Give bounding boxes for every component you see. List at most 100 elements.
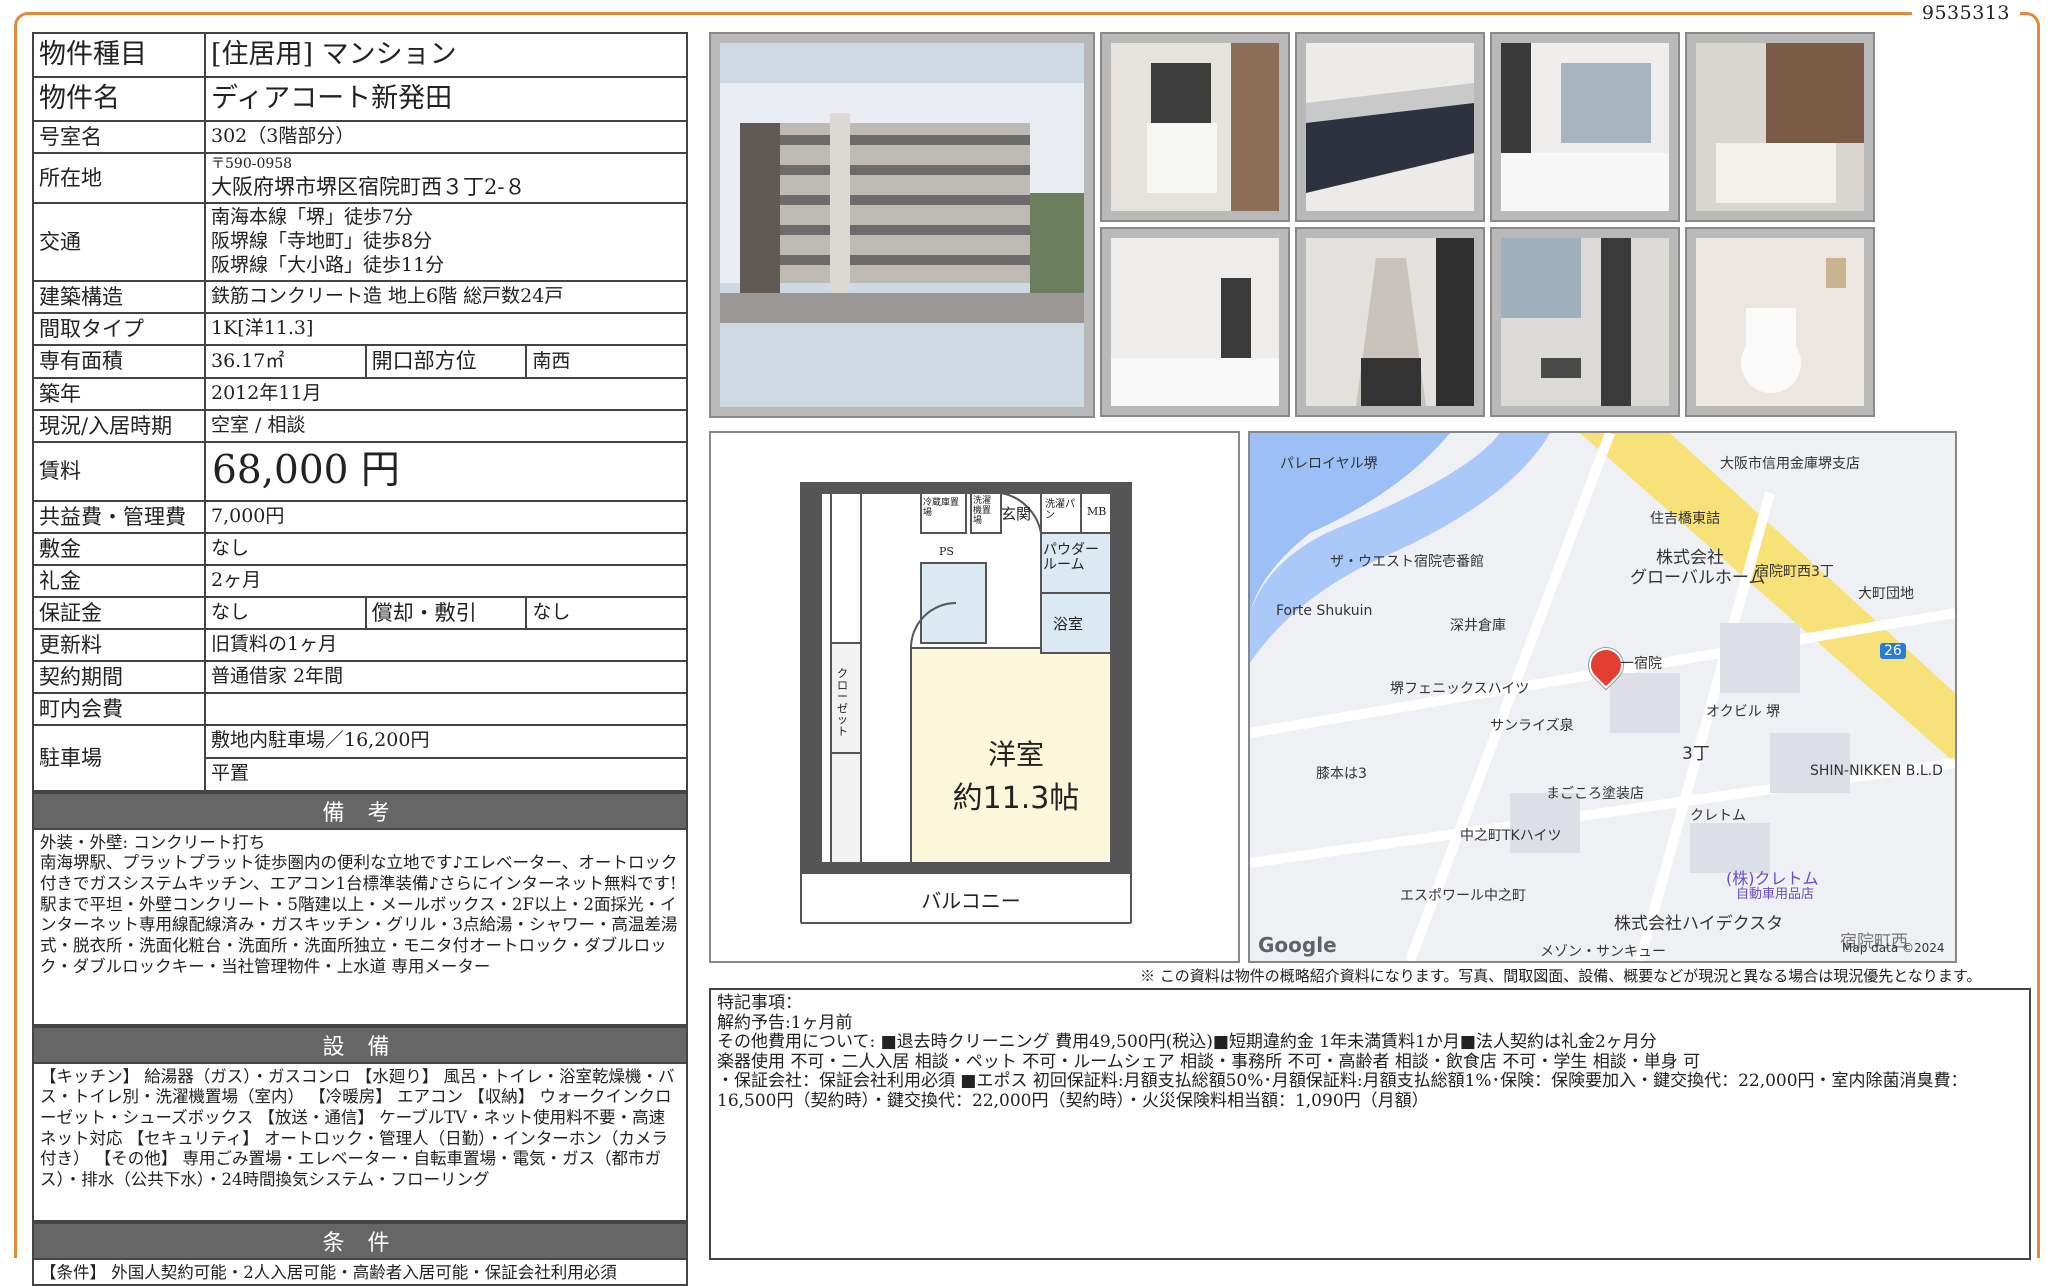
contract-label: 契約期間: [32, 659, 206, 694]
conditions-text: 【条件】 外国人契約可能・2人入居可能・高齢者入居可能・保証会社利用必須: [32, 1259, 688, 1286]
name-value: ディアコート新発田: [204, 76, 688, 122]
contract-value: 普通借家 2年間: [204, 659, 688, 694]
pan-label: 洗濯パン: [1045, 499, 1075, 521]
map-label: 中之町TKハイツ: [1460, 828, 1562, 844]
keymoney-label: 礼金: [32, 563, 206, 598]
mb-label: MB: [1087, 505, 1107, 518]
special-line: ・保証会社：保証会社利用必須 ■エポス 初回保証料:月額支払総額50%･月額保証…: [717, 1071, 1968, 1111]
area-label: 専有面積: [32, 344, 206, 379]
washer-label: 洗濯機置場: [973, 496, 992, 526]
map-label: 深井倉庫: [1450, 618, 1506, 634]
toilet-image: [1696, 238, 1864, 406]
photo-kitchen: [1295, 32, 1485, 222]
photo-balcony: [1490, 227, 1680, 417]
map-label: サンライズ泉: [1490, 718, 1574, 734]
map-label: オクビル 堺: [1706, 704, 1781, 720]
security-value: なし: [204, 595, 367, 630]
parking-value-1: 敷地内駐車場／16,200円: [204, 723, 688, 759]
ps-label: PS: [939, 545, 954, 558]
powder-label: パウダールーム: [1043, 542, 1099, 574]
hallway-image: [1306, 238, 1474, 406]
conditions-title: 条 件: [32, 1221, 688, 1260]
keymoney-value: 2ヶ月: [204, 563, 688, 598]
map-label: 堺フェニックスハイツ: [1390, 681, 1530, 697]
photo-hallway: [1295, 227, 1485, 417]
address-label: 所在地: [32, 152, 206, 204]
layout-label: 間取タイプ: [32, 312, 206, 346]
traffic-line: 阪堺線「寺地町」徒歩8分: [211, 230, 433, 253]
rent-label: 賃料: [32, 441, 206, 502]
photo-room: [1490, 32, 1680, 222]
bath-label: 浴室: [1053, 615, 1084, 633]
deposit-value: なし: [204, 531, 688, 566]
map-label: エスポワール中之町: [1400, 888, 1526, 904]
google-logo: Google: [1258, 933, 1337, 957]
fridge-label: 冷蔵庫置場: [923, 498, 960, 518]
layout-value: 1K[洋11.3]: [204, 312, 688, 346]
route-badge: 26: [1880, 643, 1906, 659]
map-label: 膝本は3: [1316, 766, 1367, 782]
map-label: まごころ塗装店: [1546, 786, 1644, 802]
map-label: SHIN-NIKKEN B.L.D: [1810, 763, 1943, 779]
remarks-title: 備 考: [32, 791, 688, 830]
map-label: 自動車用品店: [1736, 887, 1815, 902]
room-label: 号室名: [32, 120, 206, 154]
photo-toilet: [1685, 227, 1875, 417]
remarks-line: 駅まで平坦・外壁コンクリート・5階建以上・メールボックス・2F以上・2面採光・イ…: [40, 894, 678, 976]
address-value: 大阪府堺市堺区宿院町西３丁2-８: [211, 174, 526, 199]
map-attribution: Map data ©2024: [1842, 941, 1945, 955]
photo-room2: [1100, 227, 1290, 417]
map-panel: パレロイヤル堺 大阪市信用金庫堺支店 住吉橋東詰 ザ・ウエスト宿院壱番館 株式会…: [1248, 431, 1957, 963]
balcony-image: [1501, 238, 1669, 406]
property-table: 物件種目 [住居用] マンション 物件名 ディアコート新発田 号室名 302（3…: [32, 32, 688, 1286]
map-label: 大阪市信用金庫堺支店: [1720, 456, 1860, 472]
rent-value: 68,000 円: [204, 441, 688, 502]
bath-image: [1696, 43, 1864, 211]
remarks-line: 南海堺駅、プラットプラット徒歩圏内の便利な立地です♪エレベーター、オートロック付…: [40, 853, 678, 893]
closet-label: クローゼット: [837, 667, 848, 738]
photo-washroom: [1100, 32, 1290, 222]
room-size: 約11.3帖: [952, 781, 1080, 816]
fee-label: 共益費・管理費: [32, 499, 206, 534]
photo-bath: [1685, 32, 1875, 222]
security-label: 保証金: [32, 595, 206, 630]
equipment-text: 【キッチン】 給湯器（ガス）・ガスコンロ 【水廻り】 風呂・トイレ・浴室乾燥機・…: [32, 1063, 688, 1222]
status-label: 現況/入居時期: [32, 409, 206, 443]
fee-value: 7,000円: [204, 499, 688, 534]
renewal-value: 旧賃料の1ヶ月: [204, 627, 688, 662]
amort-value: なし: [525, 595, 688, 630]
map-label: グローバルホーム: [1630, 568, 1766, 588]
map-label: クレトム: [1690, 808, 1746, 824]
type-label: 物件種目: [32, 32, 206, 78]
special-line: 楽器使用 不可・二人入居 相談・ペット 不可・ルームシェア 相談・事務所 不可・…: [717, 1051, 1701, 1072]
equipment-title: 設 備: [32, 1025, 688, 1064]
special-line: 特記事項：: [717, 993, 802, 1013]
remarks-box: 外装・外壁: コンクリート打ち 南海堺駅、プラットプラット徒歩圏内の便利な立地で…: [32, 829, 688, 1026]
room-name: 洋室: [987, 738, 1044, 771]
status-value: 空室 / 相談: [204, 409, 688, 443]
map-label: 宿院町西3丁: [1755, 564, 1834, 580]
direction-value: 南西: [525, 344, 688, 379]
renewal-label: 更新料: [32, 627, 206, 662]
built-label: 築年: [32, 377, 206, 411]
remarks-line: 外装・外壁: コンクリート打ち: [40, 832, 266, 852]
name-label: 物件名: [32, 76, 206, 122]
map-label: 大町団地: [1858, 586, 1914, 602]
built-value: 2012年11月: [204, 377, 688, 411]
map-label: ザ・ウエスト宿院壱番館: [1330, 554, 1484, 570]
map-label: パレロイヤル堺: [1280, 456, 1378, 472]
building-image: [720, 43, 1084, 407]
kitchen-image: [1306, 43, 1474, 211]
map-label: 一宿院: [1620, 656, 1662, 672]
traffic-line: 南海本線「堺」徒歩7分: [211, 206, 414, 229]
building-photo: [709, 32, 1095, 418]
document-id: 9535313: [1911, 2, 2020, 24]
area-value: 36.17㎡: [204, 344, 367, 379]
room-value: 302（3階部分）: [204, 120, 688, 154]
town-value: [204, 691, 688, 726]
balcony-label: バルコニー: [921, 889, 1021, 913]
deposit-label: 敷金: [32, 531, 206, 566]
town-label: 町内会費: [32, 691, 206, 726]
structure-label: 建築構造: [32, 280, 206, 314]
room2-image: [1111, 238, 1279, 406]
